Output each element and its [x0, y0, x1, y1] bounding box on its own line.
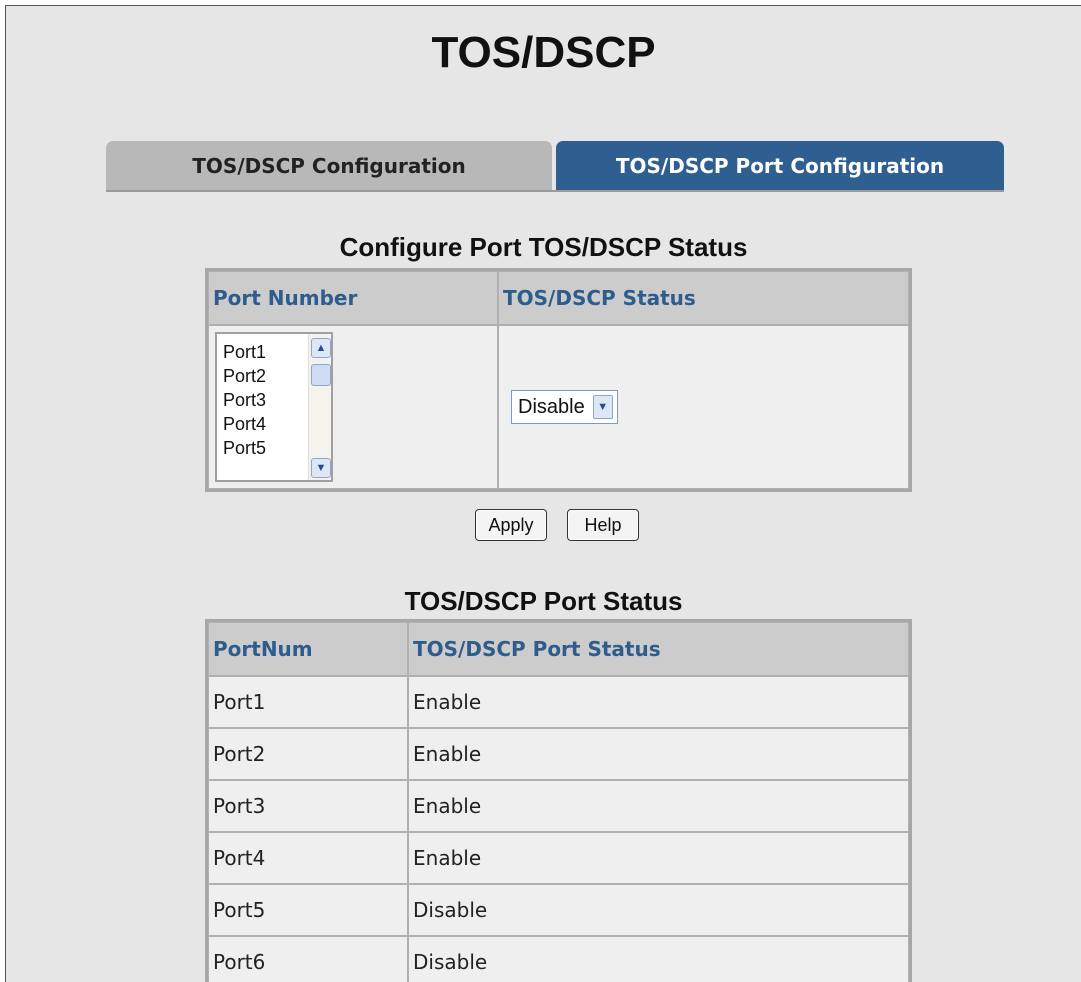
status-cell: Enable	[408, 728, 909, 780]
help-button[interactable]: Help	[567, 509, 639, 541]
tos-dscp-status-select[interactable]: Disable ▼	[511, 390, 618, 424]
port-number-header: Port Number	[208, 271, 498, 325]
port-cell: Port1	[208, 676, 408, 728]
config-table: Port Number TOS/DSCP Status Port1 Port2 …	[205, 268, 912, 492]
config-section-title: Configure Port TOS/DSCP Status	[339, 232, 748, 262]
table-row: Port4 Enable	[208, 832, 909, 884]
table-row: Port1 Enable	[208, 676, 909, 728]
chevron-down-icon[interactable]: ▼	[311, 458, 331, 478]
status-cell: Disable	[408, 884, 909, 936]
table-row: Port5 Disable	[208, 884, 909, 936]
port-cell: Port2	[208, 728, 408, 780]
port-list-scrollbar[interactable]: ▲ ▼	[308, 334, 331, 480]
status-select-cell: Disable ▼	[498, 325, 909, 489]
status-cell: Enable	[408, 676, 909, 728]
port-status-table: PortNum TOS/DSCP Port Status Port1 Enabl…	[205, 619, 912, 982]
status-cell: Enable	[408, 780, 909, 832]
portnum-header: PortNum	[208, 622, 408, 676]
table-row: Port6 Disable	[208, 936, 909, 982]
tab-tos-dscp-configuration[interactable]: TOS/DSCP Configuration	[106, 141, 552, 191]
port-cell: Port6	[208, 936, 408, 982]
port-status-header: TOS/DSCP Port Status	[408, 622, 909, 676]
port-cell: Port3	[208, 780, 408, 832]
table-row: Port2 Enable	[208, 728, 909, 780]
page-title: TOS/DSCP	[431, 28, 656, 77]
chevron-up-icon[interactable]: ▲	[311, 338, 331, 358]
port-list-cell: Port1 Port2 Port3 Port4 Port5 ▲ ▼	[208, 325, 498, 489]
chevron-down-icon[interactable]: ▼	[592, 395, 613, 419]
port-cell: Port5	[208, 884, 408, 936]
table-row: Port3 Enable	[208, 780, 909, 832]
status-select-value: Disable	[518, 395, 585, 418]
status-section-title: TOS/DSCP Port Status	[404, 586, 683, 616]
status-cell: Enable	[408, 832, 909, 884]
status-cell: Disable	[408, 936, 909, 982]
scrollbar-thumb[interactable]	[311, 364, 331, 386]
port-cell: Port4	[208, 832, 408, 884]
tos-dscp-status-header: TOS/DSCP Status	[498, 271, 909, 325]
content-frame: TOS/DSCP TOS/DSCP Configuration TOS/DSCP…	[5, 5, 1081, 982]
apply-button[interactable]: Apply	[475, 509, 547, 541]
port-listbox[interactable]: Port1 Port2 Port3 Port4 Port5 ▲ ▼	[215, 332, 333, 482]
tab-divider	[106, 190, 1004, 192]
tab-tos-dscp-port-configuration[interactable]: TOS/DSCP Port Configuration	[556, 141, 1004, 191]
